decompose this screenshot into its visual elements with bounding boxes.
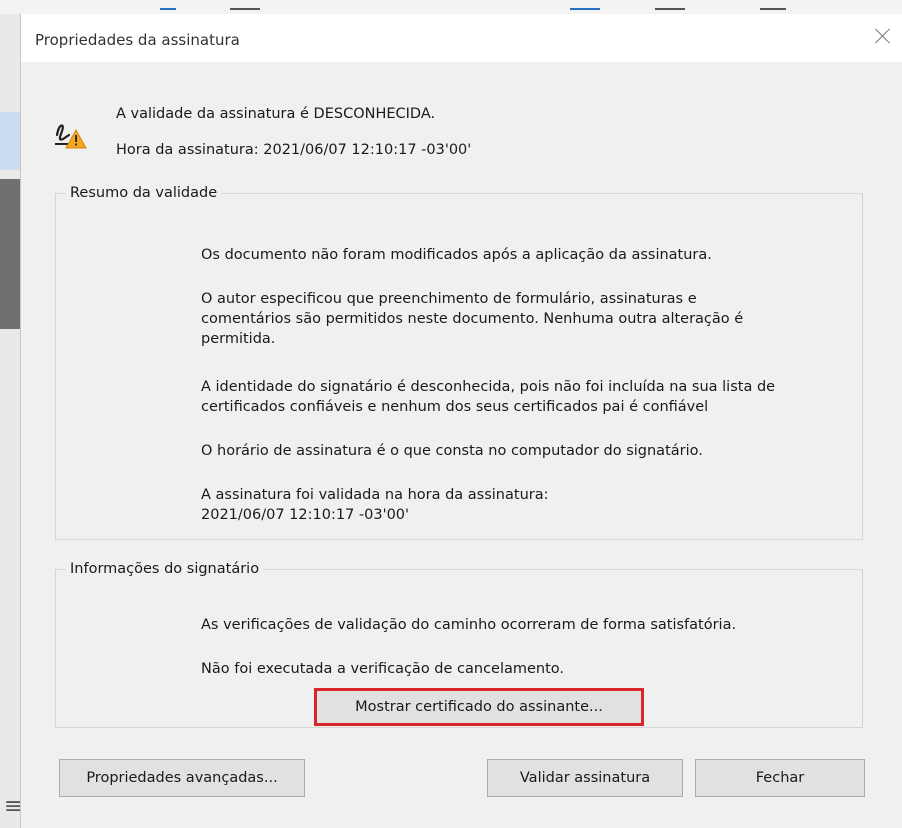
validity-summary-legend: Resumo da validade: [70, 185, 218, 201]
window-title: Propriedades da assinatura: [35, 31, 240, 49]
validity-item: O horário de assinatura é o que consta n…: [201, 443, 703, 459]
signer-info-item: As verificações de validação do caminho …: [201, 617, 737, 633]
bg-tool-icon: [230, 0, 260, 10]
bg-tool-icon: [760, 0, 786, 10]
title-bar: Propriedades da assinatura: [21, 14, 902, 62]
signature-properties-dialog: Propriedades da assinatura A validade da…: [20, 14, 902, 828]
bg-tool-icon: [655, 0, 685, 10]
advanced-properties-button[interactable]: Propriedades avançadas...: [59, 759, 305, 797]
signature-warning-icon: [55, 124, 87, 149]
validity-summary-group: Resumo da validade Os documento não fora…: [55, 185, 863, 540]
validity-item: Os documento não foram modificados após …: [201, 247, 712, 263]
background-sidebar: ≡: [0, 14, 22, 828]
validity-item: A assinatura foi validada na hora da ass…: [201, 487, 549, 523]
signature-time-text: Hora da assinatura: 2021/06/07 12:10:17 …: [116, 142, 472, 158]
signer-info-item: Não foi executada a verificação de cance…: [201, 661, 565, 677]
close-icon[interactable]: [873, 26, 893, 46]
validity-item: A identidade do signatário é desconhecid…: [201, 379, 776, 415]
bg-tool-icon: [570, 0, 600, 10]
signer-info-legend: Informações do signatário: [70, 561, 260, 577]
validity-item: O autor especificou que preenchimento de…: [201, 291, 744, 347]
validate-signature-button[interactable]: Validar assinatura: [487, 759, 683, 797]
show-certificate-button[interactable]: Mostrar certificado do assinante...: [314, 688, 644, 726]
close-button[interactable]: Fechar: [695, 759, 865, 797]
background-toolbar: [0, 0, 902, 14]
signature-status-text: A validade da assinatura é DESCONHECIDA.: [116, 106, 436, 122]
bg-cursor-icon: [160, 0, 176, 10]
